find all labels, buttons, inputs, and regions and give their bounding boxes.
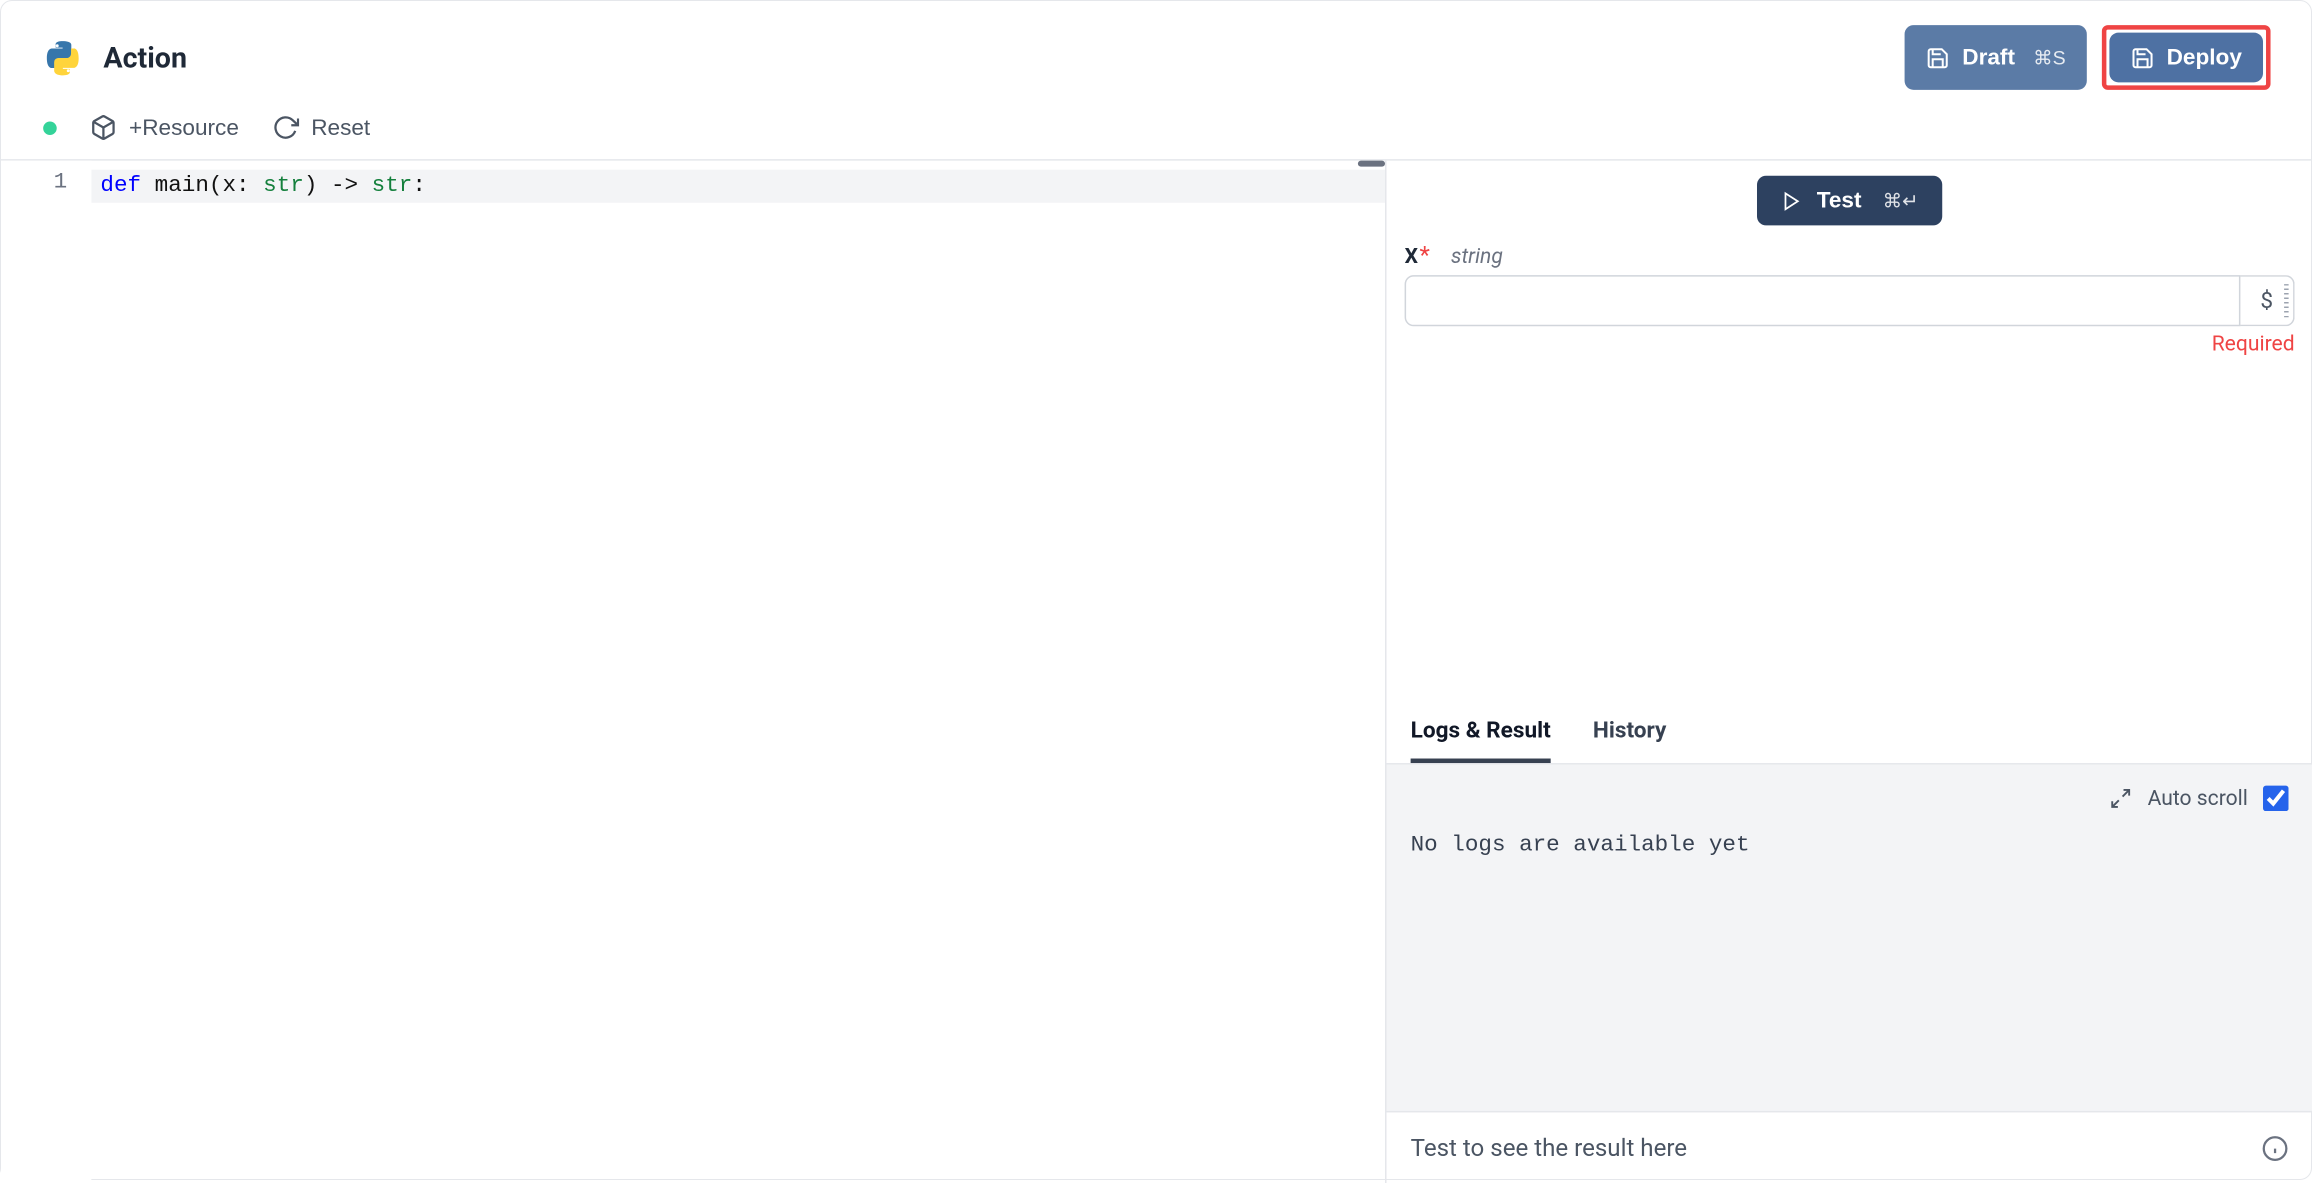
- pane-drag-handle[interactable]: [1358, 161, 1385, 167]
- auto-scroll-label: Auto scroll: [2148, 786, 2248, 810]
- toolbar: +Resource Reset: [1, 102, 2312, 159]
- param-block: X* string $ Required: [1387, 234, 2312, 374]
- resource-label: +Resource: [129, 115, 239, 141]
- result-placeholder: Test to see the result here: [1411, 1134, 1687, 1163]
- dollar-icon: $: [2260, 287, 2273, 314]
- tab-logs-result[interactable]: Logs & Result: [1411, 698, 1551, 763]
- variable-picker-button[interactable]: $: [2240, 275, 2294, 326]
- expand-icon[interactable]: [2110, 787, 2133, 810]
- deploy-highlight: Deploy: [2102, 25, 2271, 90]
- line-gutter: 1: [1, 161, 91, 1183]
- test-button[interactable]: Test ⌘↵: [1757, 176, 1943, 226]
- add-resource-button[interactable]: +Resource: [90, 114, 239, 141]
- tabs: Logs & Result History: [1387, 698, 2312, 764]
- cube-icon: [90, 114, 117, 141]
- page-title: Action: [103, 40, 187, 75]
- auto-scroll-checkbox[interactable]: [2263, 786, 2289, 812]
- reset-button[interactable]: Reset: [272, 114, 370, 141]
- draft-label: Draft: [1962, 45, 2015, 71]
- draft-shortcut: ⌘S: [2033, 45, 2066, 69]
- deploy-button[interactable]: Deploy: [2109, 33, 2263, 83]
- side-pane: Test ⌘↵ X* string $ Required: [1387, 161, 2312, 1183]
- param-input[interactable]: [1405, 275, 2241, 326]
- param-type: string: [1451, 245, 1503, 269]
- logs-empty-message: No logs are available yet: [1411, 832, 2289, 858]
- editor-pane: 1 def main(x: str) -> str:: [1, 161, 1387, 1183]
- result-row: Test to see the result here: [1387, 1111, 2312, 1183]
- main: 1 def main(x: str) -> str: Test ⌘↵: [1, 161, 2312, 1183]
- save-icon: [1926, 45, 1950, 69]
- info-icon[interactable]: [2262, 1134, 2289, 1161]
- tab-history[interactable]: History: [1593, 698, 1666, 763]
- code-area[interactable]: def main(x: str) -> str:: [91, 161, 1385, 1183]
- save-icon: [2130, 45, 2154, 69]
- play-icon: [1781, 190, 1802, 211]
- python-icon: [43, 38, 82, 77]
- status-dot-icon: [43, 121, 57, 135]
- refresh-icon: [272, 114, 299, 141]
- param-name: X: [1405, 245, 1418, 269]
- required-asterisk: *: [1419, 240, 1429, 269]
- reset-label: Reset: [311, 115, 370, 141]
- deploy-label: Deploy: [2167, 45, 2242, 71]
- test-label: Test: [1817, 188, 1862, 214]
- draft-button[interactable]: Draft ⌘S: [1905, 25, 2087, 90]
- header: Action Draft ⌘S: [1, 1, 2312, 102]
- required-label: Required: [1405, 332, 2295, 356]
- line-number: 1: [1, 170, 67, 196]
- logs-panel: Auto scroll No logs are available yet: [1387, 765, 2312, 1111]
- code-line: def main(x: str) -> str:: [100, 170, 1385, 204]
- test-shortcut: ⌘↵: [1883, 188, 1919, 212]
